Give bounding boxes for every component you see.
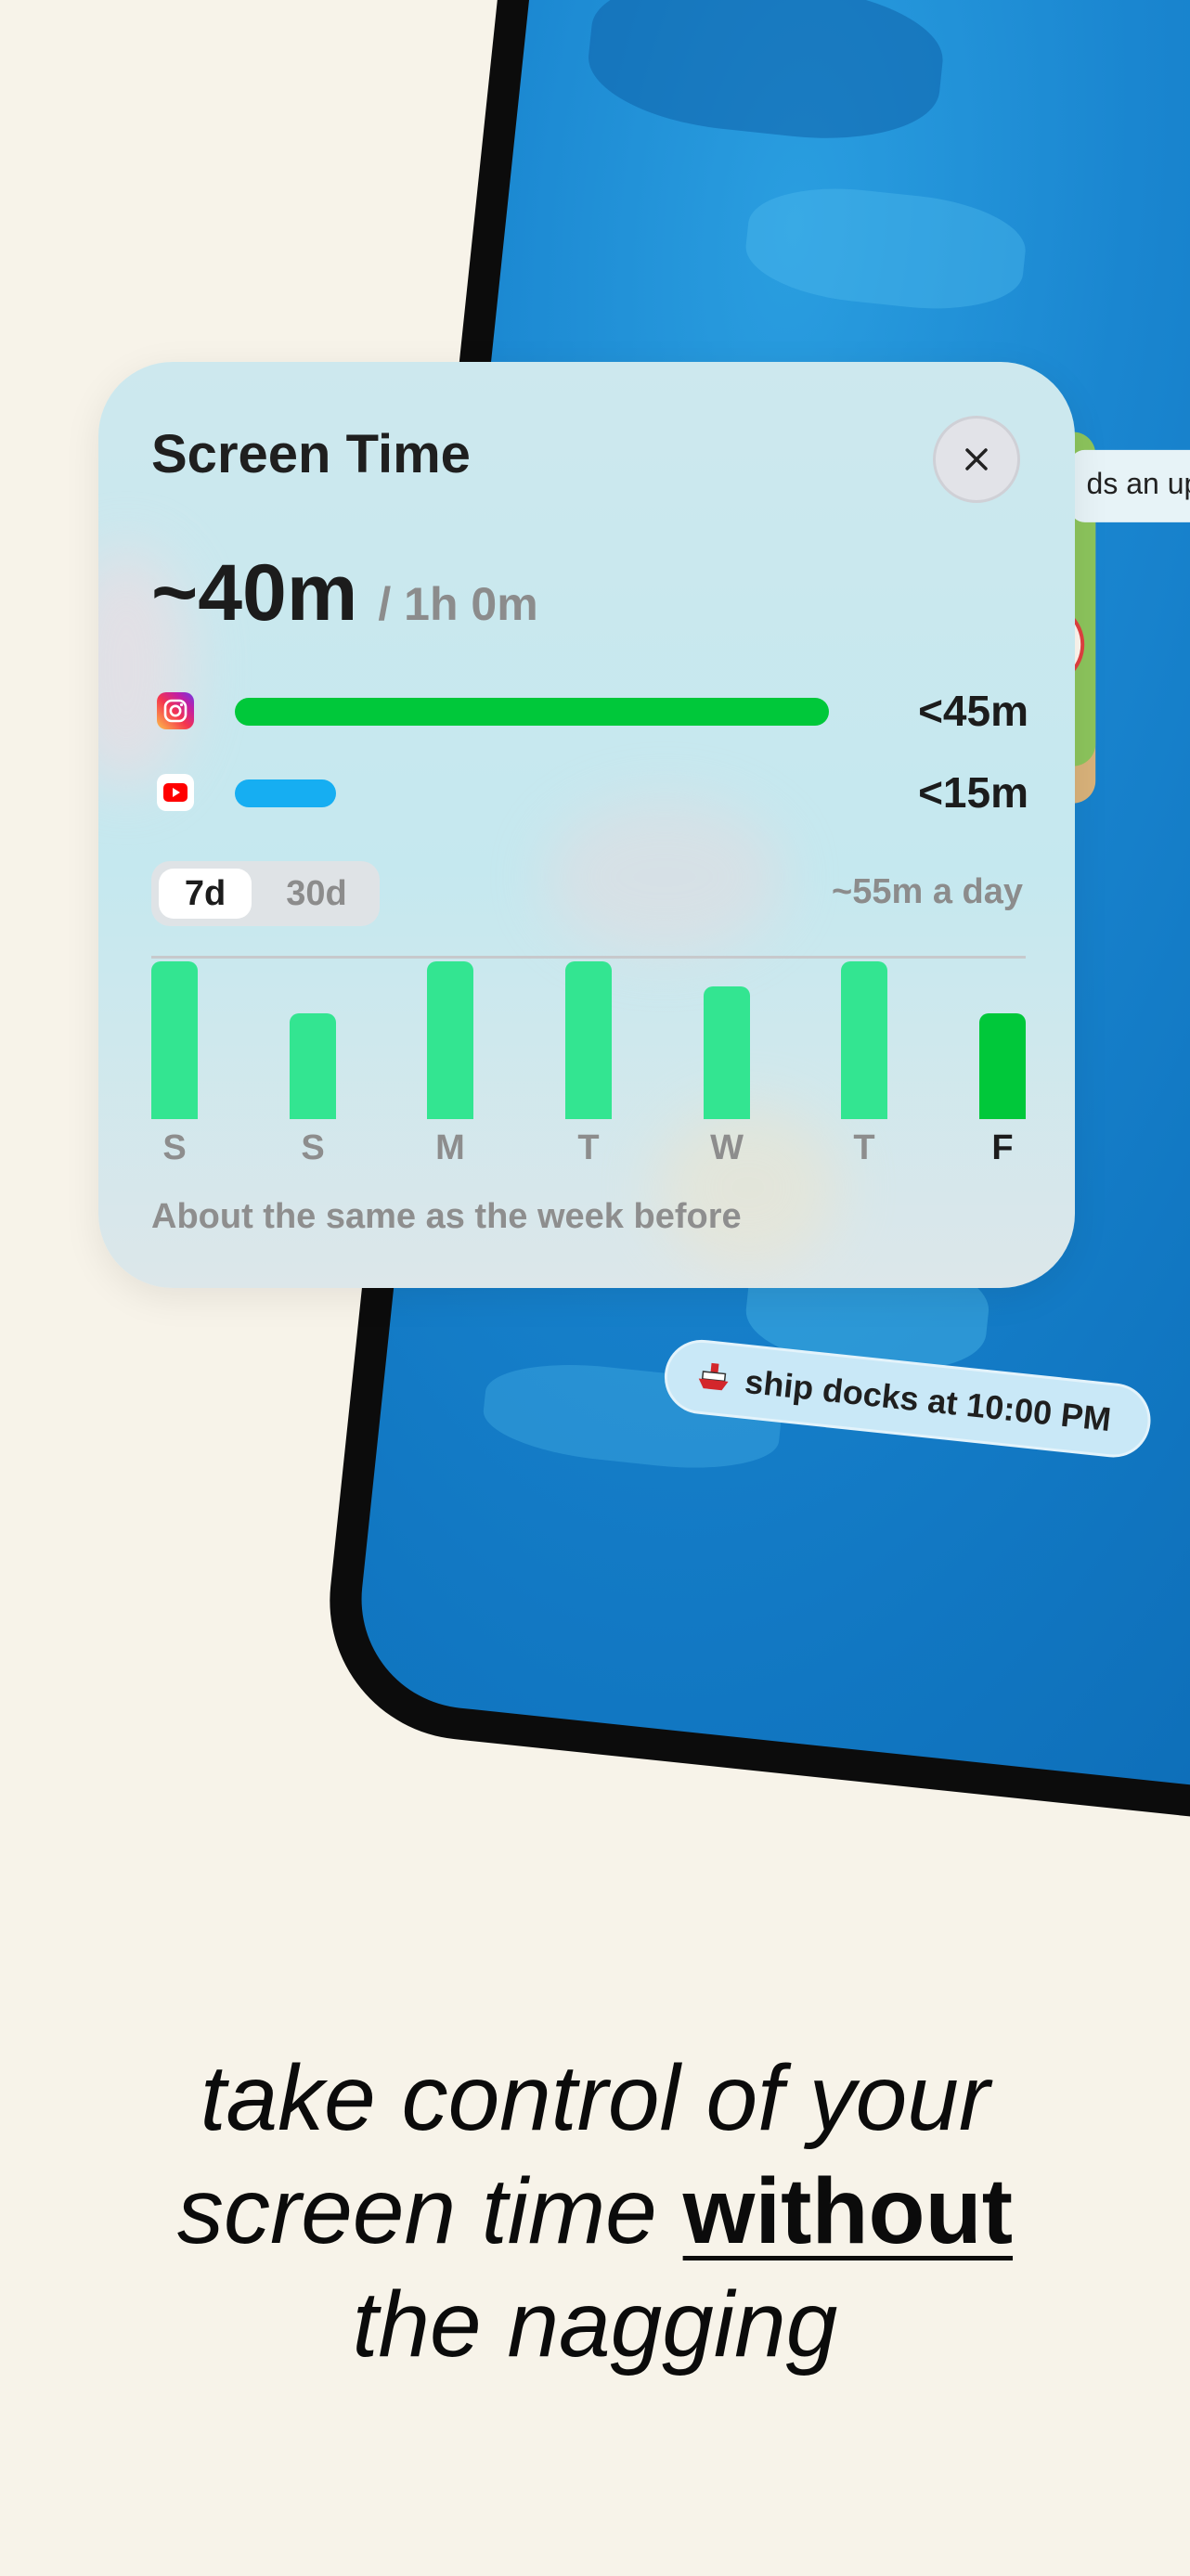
chart-day-label: W — [710, 1128, 744, 1167]
chart-day-label: F — [991, 1128, 1014, 1167]
weekly-usage-chart: SSMTWTF — [151, 956, 1026, 1188]
chart-day-label: S — [162, 1128, 187, 1167]
youtube-time: <15m — [918, 768, 1028, 817]
app-row-instagram[interactable]: <45m — [151, 683, 1028, 739]
tagline: take control of your screen time without… — [0, 2041, 1190, 2381]
tagline-line-2-prefix: screen time — [176, 2159, 657, 2263]
close-button[interactable] — [933, 416, 1020, 503]
youtube-usage-fill — [235, 779, 336, 807]
water-texture — [741, 178, 1030, 319]
chart-bar — [704, 986, 750, 1119]
youtube-usage-bar — [235, 779, 829, 807]
chart-bar — [427, 961, 473, 1119]
tagline-emphasis: without — [682, 2159, 1014, 2263]
tagline-line-3: the nagging — [352, 2273, 838, 2376]
instagram-icon — [157, 692, 194, 729]
card-title: Screen Time — [151, 424, 471, 484]
chart-bar — [979, 1013, 1026, 1119]
close-icon — [965, 448, 988, 470]
chart-day-label: S — [301, 1128, 325, 1167]
range-tab-7d[interactable]: 7d — [159, 869, 252, 919]
chart-day-label: T — [853, 1128, 875, 1167]
chart-day-label: T — [577, 1128, 600, 1167]
app-row-youtube[interactable]: <15m — [151, 765, 1028, 820]
chart-bar — [290, 1013, 336, 1119]
ship-icon — [695, 1357, 742, 1399]
total-usage: ~40m / 1h 0m — [151, 547, 538, 639]
tagline-line-1: take control of your — [200, 2046, 990, 2150]
range-tab-30d[interactable]: 30d — [261, 869, 372, 919]
chart-limit-line — [151, 956, 1026, 959]
chart-bar — [151, 961, 198, 1119]
youtube-icon — [157, 774, 194, 811]
chart-bar — [841, 961, 887, 1119]
tagline-line-2: screen time without — [0, 2155, 1190, 2268]
screen-time-card: Screen Time ~40m / 1h 0m <45m <15m 7d 30… — [98, 362, 1075, 1288]
total-used: ~40m — [151, 548, 358, 638]
instagram-usage-fill — [235, 698, 829, 726]
daily-average: ~55m a day — [832, 872, 1023, 911]
range-selector: 7d 30d — [151, 861, 380, 926]
instagram-time: <45m — [918, 687, 1028, 735]
instagram-usage-bar — [235, 698, 829, 726]
water-texture — [582, 0, 950, 151]
comparison-note: About the same as the week before — [151, 1197, 742, 1236]
chart-bar — [565, 961, 612, 1119]
chart-day-label: M — [435, 1128, 465, 1167]
usage-limit: / 1h 0m — [378, 578, 538, 630]
speech-bubble[interactable]: ds an up — [1069, 449, 1190, 522]
speech-bubble-text: ds an up — [1086, 466, 1190, 500]
ship-docks-text: ship docks at 10:00 PM — [743, 1361, 1113, 1439]
card-glow — [544, 798, 785, 956]
